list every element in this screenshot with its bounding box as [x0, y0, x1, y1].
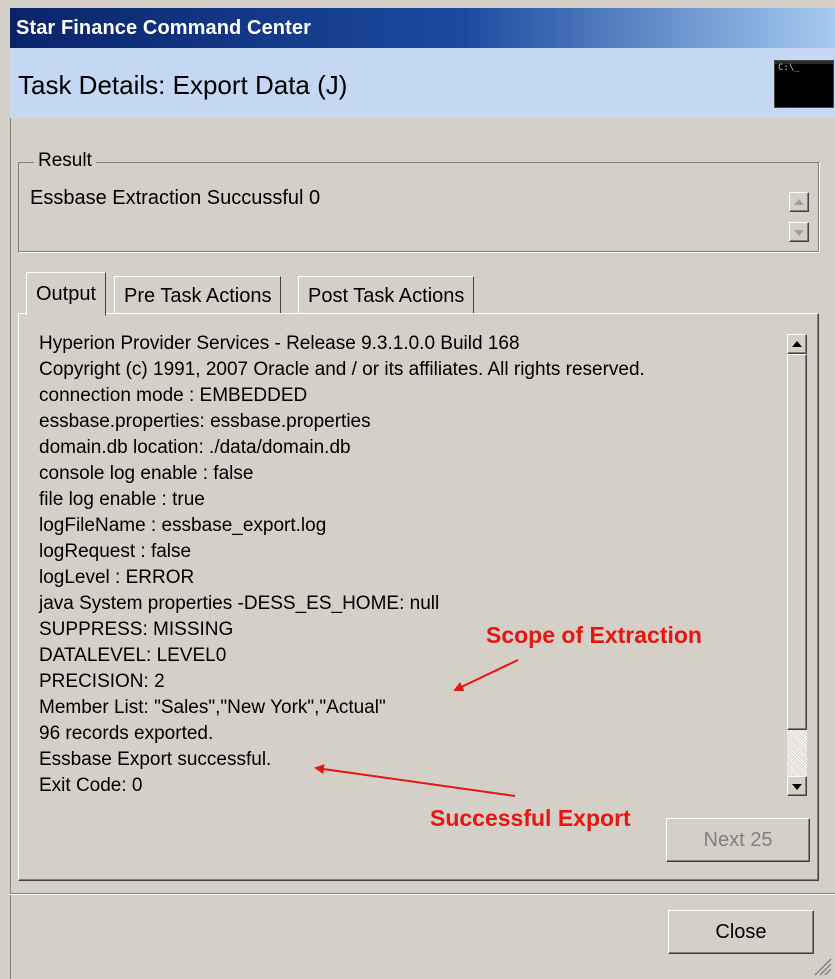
result-scroll-up-button[interactable] [789, 192, 809, 212]
bottom-divider [10, 893, 835, 895]
output-line: logRequest : false [39, 541, 192, 562]
console-icon: C:\_ [774, 60, 834, 108]
output-line: Member List: "Sales","New York","Actual" [39, 697, 386, 718]
arrow-up-icon [792, 341, 802, 347]
tab-label: Pre Task Actions [124, 285, 272, 307]
annotation-successful-export: Successful Export [430, 805, 631, 831]
window-left-border [10, 118, 11, 979]
tab-pre-task-actions[interactable]: Pre Task Actions [114, 276, 282, 314]
output-line: DATALEVEL: LEVEL0 [39, 645, 227, 666]
tab-post-task-actions[interactable]: Post Task Actions [298, 276, 475, 314]
title-bar[interactable]: Star Finance Command Center [10, 8, 835, 48]
output-line: PRECISION: 2 [39, 671, 165, 692]
annotation-scope-of-extraction: Scope of Extraction [486, 622, 702, 648]
window-title: Star Finance Command Center [16, 17, 311, 39]
tab-label: Post Task Actions [308, 285, 465, 307]
output-scrollbar-thumb[interactable] [787, 354, 807, 730]
output-line: essbase.properties: essbase.properties [39, 411, 371, 432]
arrow-up-icon [794, 199, 804, 205]
output-line: Exit Code: 0 [39, 775, 143, 796]
output-line: domain.db location: ./data/domain.db [39, 437, 351, 458]
output-line: file log enable : true [39, 489, 205, 510]
output-line: 96 records exported. [39, 723, 214, 744]
tab-label: Output [36, 283, 97, 305]
result-text: Essbase Extraction Succussful 0 [30, 187, 321, 209]
console-icon-label: C:\_ [778, 63, 800, 73]
output-line: Essbase Export successful. [39, 749, 272, 770]
result-legend: Result [34, 150, 96, 172]
arrow-down-icon [792, 784, 802, 790]
result-scroll-down-button[interactable] [789, 222, 809, 242]
resize-grip-icon[interactable] [812, 956, 832, 976]
output-scroll-down-button[interactable] [787, 776, 807, 796]
output-scroll-up-button[interactable] [787, 334, 807, 354]
arrow-down-icon [794, 230, 804, 236]
output-line: SUPPRESS: MISSING [39, 619, 234, 640]
tab-output[interactable]: Output [26, 272, 107, 316]
output-line: java System properties -DESS_ES_HOME: nu… [39, 593, 440, 614]
output-line: console log enable : false [39, 463, 254, 484]
header-panel: Task Details: Export Data (J) [10, 48, 835, 118]
task-details-window: Star Finance Command Center Task Details… [0, 0, 835, 979]
output-line: logFileName : essbase_export.log [39, 515, 327, 536]
output-line: Hyperion Provider Services - Release 9.3… [39, 333, 520, 354]
next-25-button[interactable]: Next 25 [666, 818, 810, 862]
output-line: Copyright (c) 1991, 2007 Oracle and / or… [39, 359, 645, 380]
output-line: logLevel : ERROR [39, 567, 195, 588]
page-title: Task Details: Export Data (J) [18, 70, 348, 100]
output-scrollbar-track[interactable] [787, 730, 807, 776]
close-button[interactable]: Close [668, 910, 814, 954]
output-line: connection mode : EMBEDDED [39, 385, 308, 406]
